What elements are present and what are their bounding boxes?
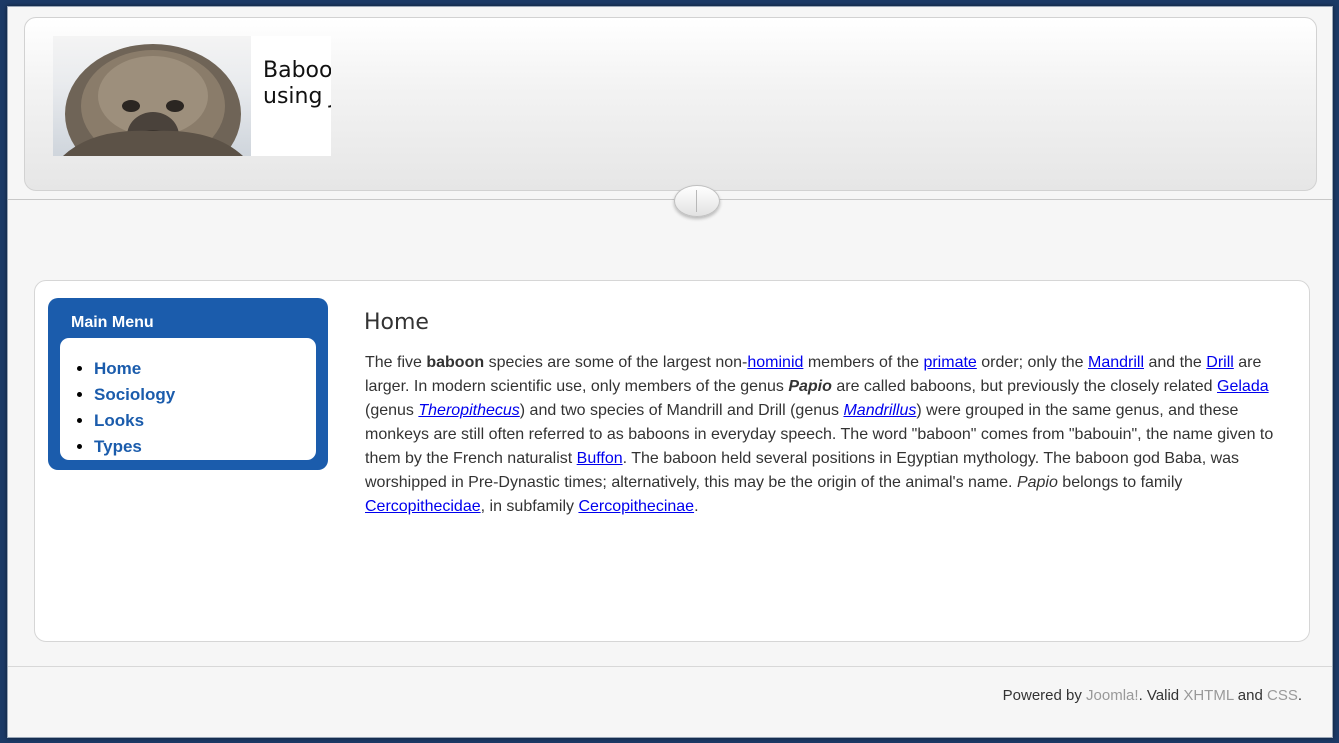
link-buffon[interactable]: Buffon (577, 450, 623, 467)
text: , in subfamily (480, 498, 579, 515)
text: and the (1144, 354, 1207, 371)
text: are called baboons, but previously the c… (831, 378, 1218, 395)
content-panel: Main Menu Home Sociology Looks Types Hom… (34, 280, 1310, 642)
link-theropithecus[interactable]: Theropithecus (418, 402, 519, 419)
link-theropithecus-text: Theropithecus (418, 402, 520, 419)
divider-knob-icon (674, 185, 720, 217)
site-logo[interactable]: Baboon Website using Joomla! (53, 36, 331, 156)
text: . (1297, 687, 1302, 704)
link-mandrill[interactable]: Mandrill (1088, 354, 1144, 371)
italic-papio: Papio (1016, 474, 1058, 491)
text: The five (365, 354, 427, 371)
bold-italic-papio: Papio (788, 378, 832, 395)
menu-item-sociology: Sociology (94, 382, 316, 408)
link-xhtml[interactable]: XHTML (1183, 687, 1233, 704)
link-drill[interactable]: Drill (1206, 354, 1234, 371)
bold-baboon: baboon (426, 354, 485, 371)
article-body: The five baboon species are some of the … (365, 351, 1300, 519)
main-menu: Main Menu Home Sociology Looks Types (48, 298, 328, 470)
link-joomla[interactable]: Joomla! (1086, 687, 1139, 704)
menu-item-looks: Looks (94, 408, 316, 434)
menu-link-sociology[interactable]: Sociology (94, 385, 175, 404)
link-cercopithecinae[interactable]: Cercopithecinae (578, 498, 694, 515)
text: order; only the (976, 354, 1088, 371)
text: (genus (365, 402, 419, 419)
site-title-line1: Baboon Website (263, 58, 331, 83)
text: ) and two species of Mandrill and Drill … (519, 402, 844, 419)
text: belongs to family (1057, 474, 1183, 491)
text: members of the (803, 354, 924, 371)
menu-item-home: Home (94, 356, 316, 382)
header-divider (8, 199, 1332, 200)
site-header: Baboon Website using Joomla! (24, 17, 1317, 191)
menu-link-looks[interactable]: Looks (94, 411, 144, 430)
menu-link-home[interactable]: Home (94, 359, 141, 378)
link-css[interactable]: CSS (1267, 687, 1298, 704)
main-menu-title: Main Menu (71, 314, 154, 331)
link-mandrillus[interactable]: Mandrillus (843, 402, 916, 419)
site-footer: Powered by Joomla!. Valid XHTML and CSS. (1003, 687, 1302, 704)
site-title-line2: using Joomla! (263, 84, 331, 109)
text: and (1233, 687, 1267, 704)
text: . (694, 498, 699, 515)
site-title: Baboon Website using Joomla! (263, 58, 331, 110)
text: species are some of the largest non- (484, 354, 748, 371)
link-gelada[interactable]: Gelada (1217, 378, 1269, 395)
link-hominid[interactable]: hominid (747, 354, 803, 371)
link-mandrillus-text: Mandrillus (843, 402, 917, 419)
page: Baboon Website using Joomla! Main Menu H… (7, 6, 1333, 738)
baboon-photo (53, 36, 251, 156)
footer-divider (8, 666, 1332, 667)
menu-item-types: Types (94, 434, 316, 460)
main-menu-list: Home Sociology Looks Types (60, 338, 316, 460)
link-primate[interactable]: primate (923, 354, 976, 371)
text: Powered by (1002, 687, 1087, 704)
menu-link-types[interactable]: Types (94, 437, 142, 456)
link-cercopithecidae[interactable]: Cercopithecidae (365, 498, 481, 515)
text: . Valid (1138, 687, 1184, 704)
article-title: Home (364, 310, 429, 335)
